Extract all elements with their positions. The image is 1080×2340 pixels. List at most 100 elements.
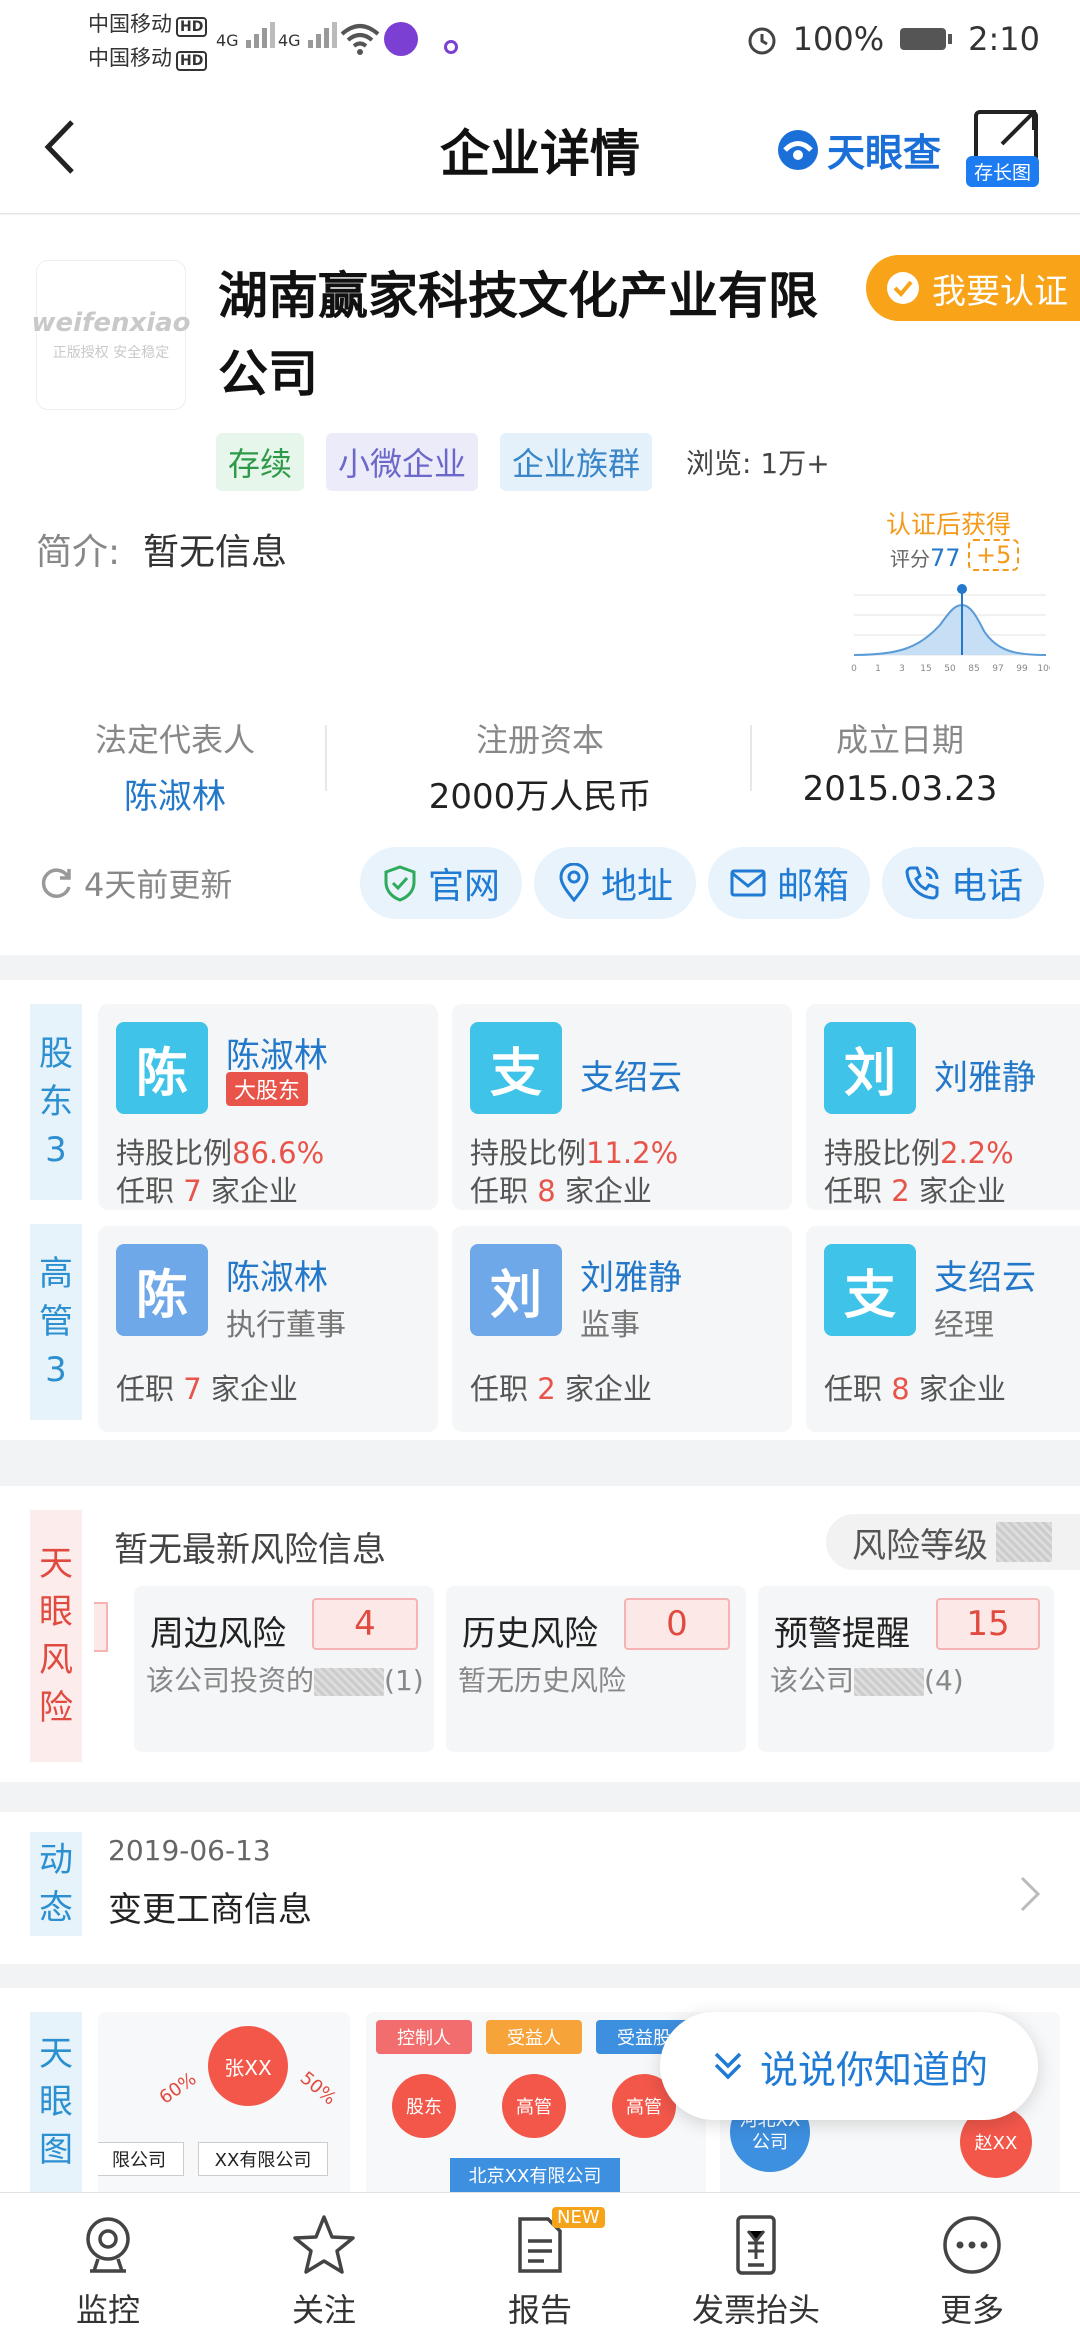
shareholder-name[interactable]: 刘雅静: [934, 1050, 1036, 1099]
feedback-fab[interactable]: 说说你知道的: [660, 2012, 1038, 2120]
bottom-tab-bar: 监控 关注 NEW 报告 发票抬头 更多: [0, 2192, 1080, 2340]
risk-card-warning[interactable]: 预警提醒 15 该公司 (4): [758, 1586, 1054, 1752]
refresh-icon: [41, 868, 71, 898]
executive-role: 监事: [580, 1308, 640, 1343]
score-tick-label: 0: [851, 664, 857, 674]
score-tick-label: 100: [1037, 664, 1050, 674]
tag-group[interactable]: 企业族群: [500, 433, 653, 491]
risk-level[interactable]: 风险等级: [826, 1514, 1080, 1570]
update-info: 4天前更新: [36, 860, 232, 906]
tab-follow[interactable]: 关注: [216, 2193, 432, 2340]
executive-card[interactable]: 陈 陈淑林 执行董事 任职 7 家企业: [98, 1226, 438, 1432]
long-image-button[interactable]: 存长图: [966, 156, 1040, 187]
risk-card-surrounding[interactable]: 周边风险 4 该公司投资的 (1): [134, 1586, 434, 1752]
executive-name[interactable]: 刘雅静: [580, 1250, 682, 1299]
address-button[interactable]: 地址: [534, 847, 696, 919]
executive-name[interactable]: 支绍云: [934, 1250, 1036, 1299]
view-count: 浏览: 1万+: [686, 447, 830, 480]
shareholder-card[interactable]: 刘 刘雅静 持股比例2.2% 任职 2 家企业: [806, 1004, 1080, 1210]
monitor-icon: [86, 2217, 130, 2273]
score-chart[interactable]: 认证后获得 评分77 +5 0131550859799100: [850, 505, 1050, 680]
brand-logo: 天眼查: [775, 122, 941, 177]
share-ratio: 持股比例2.2%: [824, 1136, 1014, 1170]
location-icon: [559, 863, 589, 903]
carrier-1: 中国移动 HD: [88, 8, 208, 38]
share-ratio: 持股比例86.6%: [116, 1136, 325, 1170]
news-date: 2019-06-13: [108, 1834, 271, 1867]
tag-size[interactable]: 小微企业: [326, 433, 479, 491]
divider: [325, 725, 327, 791]
tab-report[interactable]: NEW 报告: [432, 2193, 648, 2340]
app-dot-icon: [444, 40, 458, 54]
score-tick-label: 50: [944, 664, 956, 674]
double-chevron-down-icon: [714, 2052, 742, 2080]
job-count: 任职 8 家企业: [470, 1174, 652, 1208]
status-right: 100% 2:10: [745, 20, 1040, 58]
phone-button[interactable]: 电话: [882, 847, 1044, 919]
risk-card-edge: [94, 1602, 108, 1652]
news-section[interactable]: 动态 2019-06-13 变更工商信息: [0, 1812, 1080, 1964]
key-stats: 法定代表人 陈淑林 注册资本 2000万人民币 成立日期 2015.03.23: [0, 715, 1080, 835]
avatar: 刘: [824, 1022, 916, 1114]
verified-icon: [887, 272, 919, 304]
tab-more[interactable]: 更多: [864, 2193, 1080, 2340]
signal-icon: 4G: [216, 20, 278, 50]
executives-label[interactable]: 高管3: [30, 1224, 82, 1420]
certify-button[interactable]: 我要认证: [866, 255, 1080, 321]
risk-section: 天眼风险 暂无最新风险信息 风险等级 周边风险 4 该公司投资的 (1) 历史风险…: [0, 1486, 1080, 1782]
website-button[interactable]: 官网: [360, 847, 522, 919]
company-logo: weifenxiao 正版授权 安全稳定: [31, 260, 191, 410]
score-tick-label: 85: [968, 664, 979, 674]
executive-role: 执行董事: [226, 1308, 346, 1343]
phone-icon: [905, 866, 939, 900]
signal-icon-2: 4G: [278, 20, 340, 50]
tab-invoice[interactable]: 发票抬头: [648, 2193, 864, 2340]
score-tick-label: 97: [992, 664, 1003, 674]
mail-icon: [730, 869, 766, 897]
score-tick-label: 15: [920, 664, 931, 674]
battery-percent: 100%: [792, 20, 885, 58]
score-tick-label: 3: [899, 664, 905, 674]
shareholders-label[interactable]: 股东3: [30, 1004, 82, 1200]
intro: 简介: 暂无信息: [36, 532, 288, 573]
executive-role: 经理: [934, 1308, 994, 1343]
risk-label[interactable]: 天眼风险: [30, 1510, 82, 1762]
clock: 2:10: [968, 20, 1040, 58]
graph-card-relations[interactable]: 控制人 受益人 受益股 股东 高管 高管 北京XX有限公司: [366, 2012, 706, 2212]
executive-card[interactable]: 刘 刘雅静 监事 任职 2 家企业: [452, 1226, 792, 1432]
tab-monitor[interactable]: 监控: [0, 2193, 216, 2340]
executive-card[interactable]: 支 支绍云 经理 任职 8 家企业: [806, 1226, 1080, 1432]
executive-name[interactable]: 陈淑林: [226, 1250, 328, 1299]
graph-card-equity[interactable]: 张XX 60% 50% 限公司 XX有限公司: [98, 2012, 350, 2212]
star-icon: [293, 2215, 355, 2274]
shareholder-card[interactable]: 陈 陈淑林 大股东 持股比例86.6% 任职 7 家企业: [98, 1004, 438, 1210]
shareholder-name[interactable]: 支绍云: [580, 1050, 682, 1099]
score-tick-label: 99: [1016, 664, 1028, 674]
job-count: 任职 8 家企业: [824, 1372, 1006, 1406]
registered-capital: 注册资本 2000万人民币: [428, 721, 652, 817]
news-label: 动态: [30, 1832, 82, 1936]
job-count: 任职 2 家企业: [824, 1174, 1006, 1208]
score-tick-label: 1: [875, 664, 881, 674]
invoice-icon: [736, 2215, 776, 2275]
email-button[interactable]: 邮箱: [708, 847, 870, 919]
wifi-icon: [340, 24, 380, 55]
status-bar: 中国移动 HD 中国移动 HD 4G 4G 100% 2:10: [0, 0, 1080, 82]
job-count: 任职 7 家企业: [116, 1174, 298, 1208]
app-header: 企业详情 天眼查 存长图: [0, 82, 1080, 214]
risk-card-history[interactable]: 历史风险 0 暂无历史风险: [446, 1586, 746, 1752]
people-section: 股东3 高管3 陈 陈淑林 大股东 持股比例86.6% 任职 7 家企业 支 支…: [0, 980, 1080, 1440]
legal-rep[interactable]: 法定代表人 陈淑林: [25, 715, 325, 818]
new-badge: NEW: [552, 2207, 605, 2228]
avatar: 支: [824, 1244, 916, 1336]
alarm-icon: [748, 27, 776, 55]
more-icon: [943, 2216, 1001, 2274]
shareholder-card[interactable]: 支 支绍云 持股比例11.2% 任职 8 家企业: [452, 1004, 792, 1210]
news-text: 变更工商信息: [108, 1890, 312, 1930]
app-notification-icon: [384, 22, 418, 56]
graph-label[interactable]: 天眼图: [30, 2012, 82, 2192]
share-ratio: 持股比例11.2%: [470, 1136, 679, 1170]
shareholder-name[interactable]: 陈淑林: [226, 1028, 328, 1077]
founded-date: 成立日期 2015.03.23: [802, 721, 998, 809]
tag-status[interactable]: 存续: [216, 433, 305, 491]
